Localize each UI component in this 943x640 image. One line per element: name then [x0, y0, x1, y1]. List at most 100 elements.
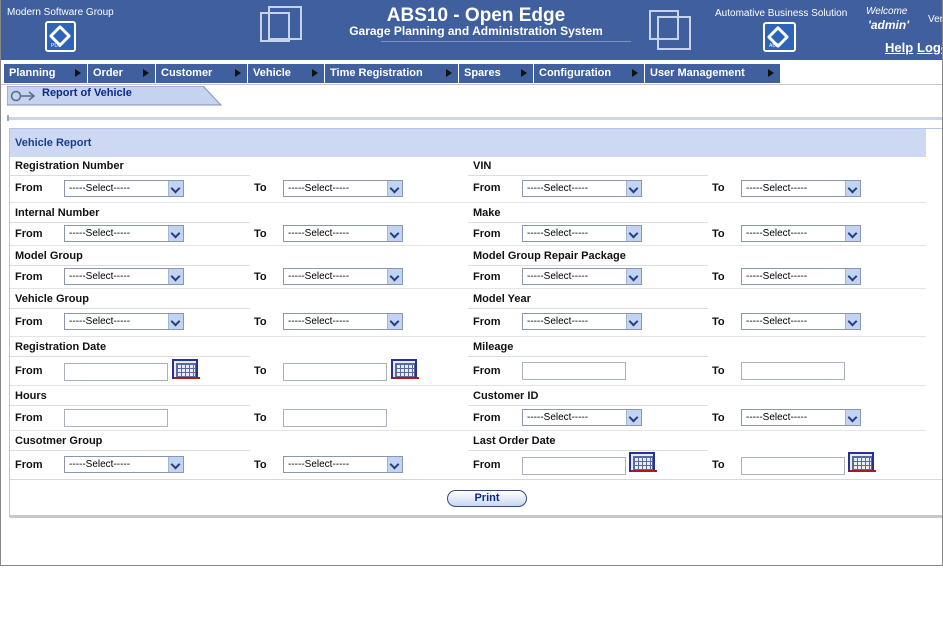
menu-arrow-icon — [235, 69, 241, 77]
dropdown-arrow-icon[interactable] — [168, 314, 183, 329]
logout-link[interactable]: Logo — [917, 40, 942, 55]
model-group-repair-package-to-select[interactable]: -----Select----- — [741, 268, 861, 285]
row-divider — [468, 265, 708, 266]
model-group-to-select[interactable]: -----Select----- — [283, 268, 403, 285]
dropdown-arrow-icon[interactable] — [845, 314, 860, 329]
menu-item-time-registration[interactable]: Time Registration — [325, 64, 459, 83]
from-label: From — [473, 271, 501, 283]
dropdown-arrow-icon[interactable] — [845, 269, 860, 284]
row-divider — [468, 356, 708, 357]
dropdown-arrow-icon[interactable] — [168, 226, 183, 241]
menu-item-configuration[interactable]: Configuration — [534, 64, 645, 83]
select-value: -----Select----- — [288, 228, 350, 239]
registration-date-to-input[interactable] — [283, 363, 387, 381]
last-order-date-to-input[interactable] — [741, 457, 845, 475]
select-value: -----Select----- — [746, 412, 808, 423]
menu-arrow-icon — [768, 69, 774, 77]
menu-item-order[interactable]: Order — [88, 64, 156, 83]
to-label: To — [712, 271, 725, 283]
main-menu-bar: Planning Order Customer Vehicle Time Reg… — [1, 60, 942, 85]
select-value: -----Select----- — [527, 412, 589, 423]
vin-to-select[interactable]: -----Select----- — [741, 180, 861, 197]
model-year-from-select[interactable]: -----Select----- — [522, 313, 642, 330]
registration-date-from-input[interactable] — [64, 363, 168, 381]
from-label: From — [473, 182, 501, 194]
vehicle-group-from-select[interactable]: -----Select----- — [64, 313, 184, 330]
select-value: -----Select----- — [69, 183, 131, 194]
calendar-icon[interactable] — [172, 359, 200, 379]
from-label: From — [473, 316, 501, 328]
dropdown-arrow-icon[interactable] — [387, 181, 402, 196]
select-value: -----Select----- — [527, 183, 589, 194]
row-divider — [10, 222, 250, 223]
dropdown-arrow-icon[interactable] — [626, 314, 641, 329]
model-group-repair-package-from-select[interactable]: -----Select----- — [522, 268, 642, 285]
to-label: To — [712, 365, 725, 377]
to-label: To — [254, 228, 267, 240]
breadcrumb-label: Report of Vehicle — [42, 87, 132, 99]
hours-to-input[interactable] — [283, 409, 387, 427]
menu-item-spares[interactable]: Spares — [459, 64, 534, 83]
calendar-icon[interactable] — [629, 452, 657, 472]
from-label: From — [473, 412, 501, 424]
menu-item-user-management[interactable]: User Management — [645, 64, 781, 83]
dropdown-arrow-icon[interactable] — [387, 269, 402, 284]
registration-number-to-select[interactable]: -----Select----- — [283, 180, 403, 197]
select-value: -----Select----- — [288, 316, 350, 327]
dropdown-arrow-icon[interactable] — [626, 410, 641, 425]
dropdown-arrow-icon[interactable] — [626, 181, 641, 196]
row-divider — [468, 405, 708, 406]
vehicle-group-to-select[interactable]: -----Select----- — [283, 313, 403, 330]
customer-group-from-select[interactable]: -----Select----- — [64, 456, 184, 473]
dropdown-arrow-icon[interactable] — [168, 457, 183, 472]
customer-id-from-select[interactable]: -----Select----- — [522, 409, 642, 426]
make-from-select[interactable]: -----Select----- — [522, 225, 642, 242]
menu-item-customer[interactable]: Customer — [156, 64, 248, 83]
panel-footer-border — [10, 515, 942, 518]
select-value: -----Select----- — [746, 271, 808, 282]
dropdown-arrow-icon[interactable] — [845, 226, 860, 241]
vin-from-select[interactable]: -----Select----- — [522, 180, 642, 197]
internal-number-from-select[interactable]: -----Select----- — [64, 225, 184, 242]
make-to-select[interactable]: -----Select----- — [741, 225, 861, 242]
internal-number-to-select[interactable]: -----Select----- — [283, 225, 403, 242]
select-value: -----Select----- — [288, 271, 350, 282]
help-link[interactable]: Help — [885, 40, 913, 55]
row-divider — [10, 356, 250, 357]
model-year-to-select[interactable]: -----Select----- — [741, 313, 861, 330]
row-divider — [468, 308, 708, 309]
dropdown-arrow-icon[interactable] — [387, 226, 402, 241]
calendar-icon[interactable] — [391, 359, 419, 379]
menu-arrow-icon — [632, 69, 638, 77]
mileage-from-input[interactable] — [522, 362, 626, 380]
dropdown-arrow-icon[interactable] — [626, 269, 641, 284]
customer-group-to-select[interactable]: -----Select----- — [283, 456, 403, 473]
customer-group-label: Cusotmer Group — [15, 435, 103, 447]
dropdown-arrow-icon[interactable] — [845, 181, 860, 196]
to-label: To — [254, 412, 267, 424]
mileage-to-input[interactable] — [741, 362, 845, 380]
last-order-date-from-input[interactable] — [522, 457, 626, 475]
menu-arrow-icon — [75, 69, 81, 77]
select-value: -----Select----- — [527, 271, 589, 282]
dropdown-arrow-icon[interactable] — [168, 269, 183, 284]
hours-from-input[interactable] — [64, 409, 168, 427]
model-group-from-select[interactable]: -----Select----- — [64, 268, 184, 285]
menu-item-planning[interactable]: Planning — [4, 64, 88, 83]
dropdown-arrow-icon[interactable] — [845, 410, 860, 425]
company-name-right: Automative Business Solution — [715, 8, 848, 19]
menu-item-vehicle[interactable]: Vehicle — [248, 64, 325, 83]
form-row-vehicle-group: Vehicle Group Model Year From -----Selec… — [10, 289, 926, 337]
calendar-icon[interactable] — [848, 452, 876, 472]
dropdown-arrow-icon[interactable] — [168, 181, 183, 196]
registration-number-from-select[interactable]: -----Select----- — [64, 180, 184, 197]
form-row-model-group: Model Group Model Group Repair Package F… — [10, 246, 926, 289]
menu-arrow-icon — [446, 69, 452, 77]
form-row-registration-number: Registration Number VIN From -----Select… — [10, 157, 926, 203]
customer-id-to-select[interactable]: -----Select----- — [741, 409, 861, 426]
dropdown-arrow-icon[interactable] — [387, 457, 402, 472]
print-button[interactable]: Print — [447, 490, 527, 507]
dropdown-arrow-icon[interactable] — [387, 314, 402, 329]
from-label: From — [15, 271, 43, 283]
dropdown-arrow-icon[interactable] — [626, 226, 641, 241]
